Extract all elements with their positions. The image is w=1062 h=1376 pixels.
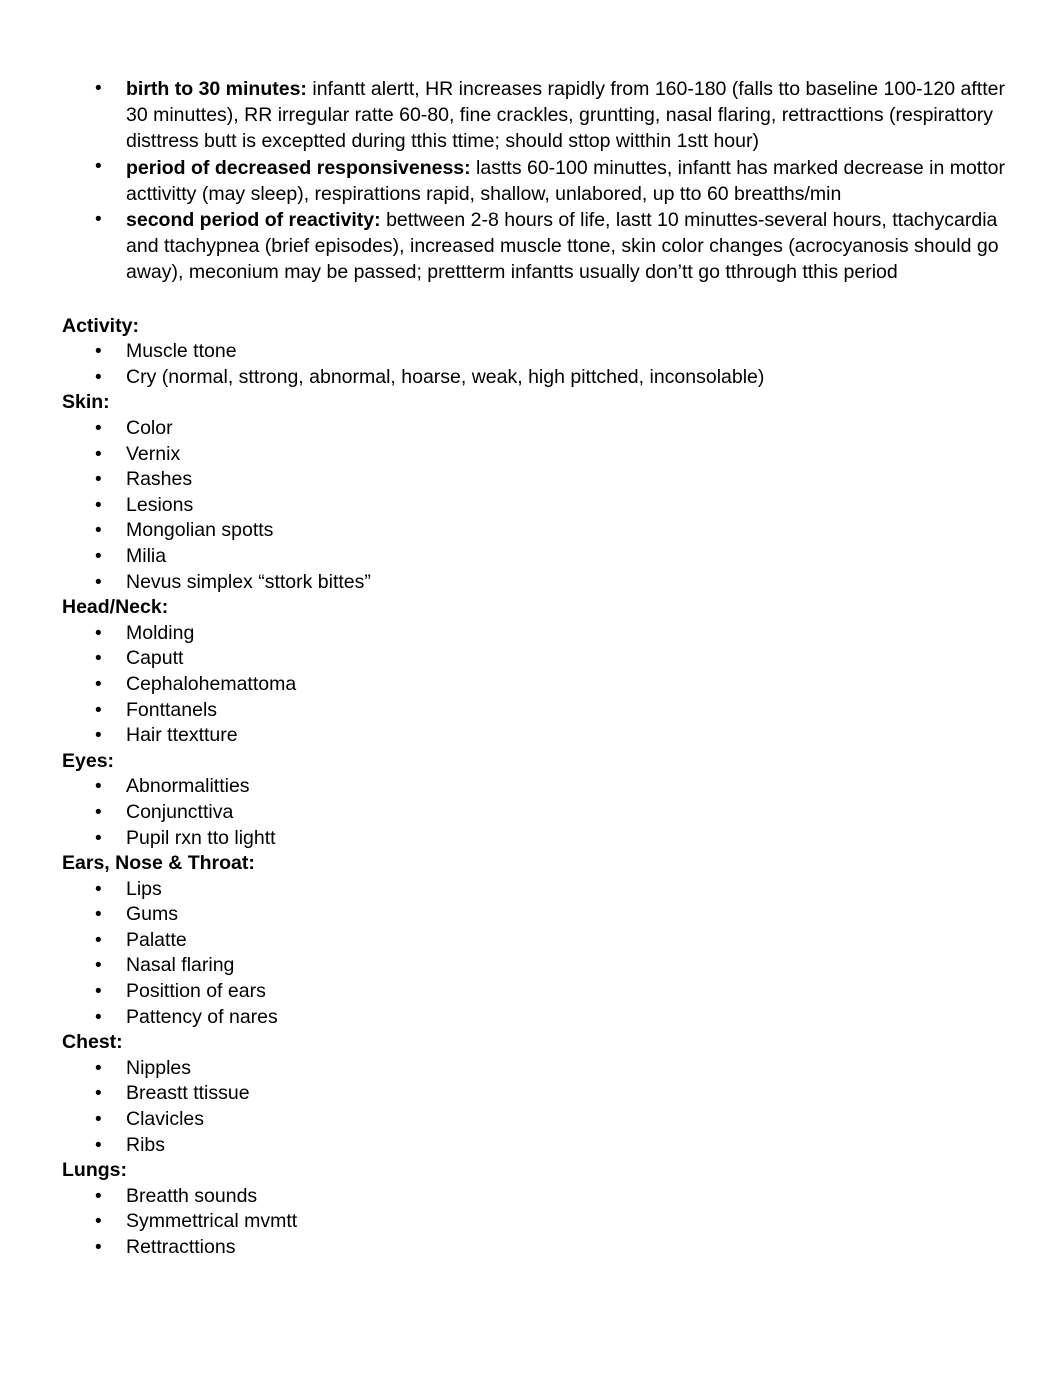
list-item: Mongolian spotts — [62, 518, 1012, 544]
list-item: Nipples — [62, 1056, 1012, 1082]
list-item: Pupil rxn tto lightt — [62, 826, 1012, 852]
assessment-sections: Activity:Muscle ttoneCry (normal, sttron… — [62, 314, 1012, 1261]
list-item: Muscle ttone — [62, 339, 1012, 365]
list-item: Fonttanels — [62, 698, 1012, 724]
list-item: Cry (normal, sttrong, abnormal, hoarse, … — [62, 365, 1012, 391]
list-item: Conjuncttiva — [62, 800, 1012, 826]
section-heading: Skin: — [62, 391, 110, 414]
list-item: Breastt ttissue — [62, 1081, 1012, 1107]
transition-period-item: birth to 30 minutes: infantt alertt, HR … — [62, 76, 1012, 155]
section-heading: Eyes: — [62, 749, 115, 772]
list-item: Molding — [62, 621, 1012, 647]
list-item: Clavicles — [62, 1107, 1012, 1133]
section-heading: Lungs: — [62, 1159, 127, 1182]
section-item-list: ColorVernixRashesLesionsMongolian spotts… — [62, 416, 1012, 595]
list-item: Pattency of nares — [62, 1005, 1012, 1031]
transition-period-item: second period of reactivity: bettween 2-… — [62, 207, 1012, 286]
section-item-list: Breatth soundsSymmettrical mvmttRettract… — [62, 1184, 1012, 1261]
transition-period-label: second period of reactivity: — [126, 209, 381, 232]
list-item: Abnormalitties — [62, 774, 1012, 800]
transition-period-label: birth to 30 minutes: — [126, 78, 307, 100]
list-item: Rettracttions — [62, 1235, 1012, 1261]
list-item: Hair ttextture — [62, 723, 1012, 749]
section-heading: Chest: — [62, 1031, 123, 1054]
list-item: Symmettrical mvmtt — [62, 1209, 1012, 1235]
list-item: Breatth sounds — [62, 1184, 1012, 1210]
list-item: Nasal flaring — [62, 953, 1012, 979]
list-item: Milia — [62, 544, 1012, 570]
section-heading: Activity: — [62, 314, 139, 337]
list-item: Posittion of ears — [62, 979, 1012, 1005]
transition-period-label: period of decreased responsiveness: — [126, 156, 471, 179]
transition-period-item: period of decreased responsiveness: last… — [62, 154, 1012, 207]
section-heading: Head/Neck: — [62, 596, 169, 619]
list-item: Lesions — [62, 493, 1012, 519]
list-item: Cephalohemattoma — [62, 672, 1012, 698]
list-item: Vernix — [62, 442, 1012, 468]
list-item: Nevus simplex “sttork bittes” — [62, 570, 1012, 596]
section-item-list: LipsGumsPalatteNasal flaringPosittion of… — [62, 877, 1012, 1031]
newborn-transition-periods-list: birth to 30 minutes: infantt alertt, HR … — [62, 76, 1012, 286]
list-item: Lips — [62, 877, 1012, 903]
list-item: Palatte — [62, 928, 1012, 954]
section-heading: Ears, Nose & Throat: — [62, 852, 255, 875]
list-item: Gums — [62, 902, 1012, 928]
section-item-list: NipplesBreastt ttissueClaviclesRibs — [62, 1056, 1012, 1158]
list-item: Ribs — [62, 1133, 1012, 1159]
document-page: birth to 30 minutes: infantt alertt, HR … — [0, 0, 1062, 1376]
section-item-list: AbnormalittiesConjuncttivaPupil rxn tto … — [62, 774, 1012, 851]
section-item-list: Muscle ttoneCry (normal, sttrong, abnorm… — [62, 339, 1012, 390]
list-item: Color — [62, 416, 1012, 442]
list-item: Caputt — [62, 646, 1012, 672]
list-item: Rashes — [62, 467, 1012, 493]
section-item-list: MoldingCaputtCephalohemattomaFonttanelsH… — [62, 621, 1012, 749]
